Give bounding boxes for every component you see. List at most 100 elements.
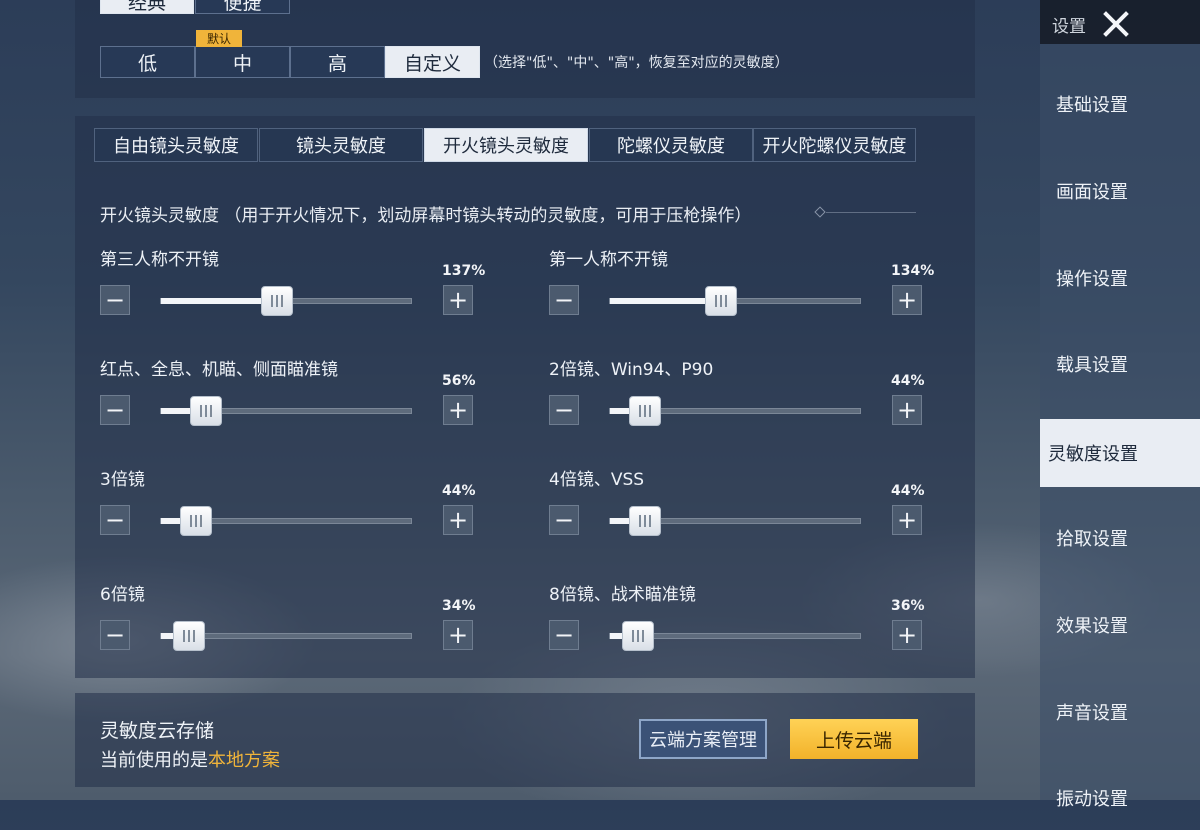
slider-track[interactable] <box>609 286 861 316</box>
slider-track[interactable] <box>160 621 412 651</box>
minus-icon: − <box>553 621 575 649</box>
sidebar-item-effects[interactable]: 效果设置 <box>1040 593 1200 657</box>
plus-icon: + <box>896 396 918 424</box>
slider-track[interactable] <box>160 506 412 536</box>
sidebar-item-vehicle[interactable]: 载具设置 <box>1040 332 1200 396</box>
current-plan-value: 本地方案 <box>208 750 280 771</box>
slider-fill <box>161 298 277 304</box>
increase-button[interactable]: + <box>443 505 473 535</box>
slider-label: 2倍镜、Win94、P90 <box>549 360 714 380</box>
slider-thumb[interactable] <box>190 396 222 426</box>
tab-convenient[interactable]: 便捷 <box>195 0 290 14</box>
grip-line <box>210 405 212 417</box>
upload-cloud-button[interactable]: 上传云端 <box>790 719 918 759</box>
slider-track[interactable] <box>609 396 861 426</box>
slider-label: 4倍镜、VSS <box>549 470 645 490</box>
grip-line <box>715 295 717 307</box>
preset-high-button[interactable]: 高 <box>290 46 385 78</box>
minus-icon: − <box>104 506 126 534</box>
plus-icon: + <box>447 396 469 424</box>
sidebar-item-vibration[interactable]: 振动设置 <box>1040 766 1200 830</box>
sidebar-item-pickup[interactable]: 拾取设置 <box>1040 506 1200 570</box>
slider-track[interactable] <box>160 286 412 316</box>
slider-thumb[interactable] <box>622 621 654 651</box>
increase-button[interactable]: + <box>892 285 922 315</box>
preset-medium-button[interactable]: 中 <box>195 46 290 78</box>
plus-icon: + <box>896 286 918 314</box>
sidebar-item-sound[interactable]: 声音设置 <box>1040 680 1200 744</box>
sidebar-item-basic[interactable]: 基础设置 <box>1040 72 1200 136</box>
section-description: 开火镜头灵敏度 （用于开火情况下，划动屏幕时镜头转动的灵敏度，可用于压枪操作） <box>100 206 752 226</box>
slider-value: 44% <box>891 373 925 389</box>
slider-value: 134% <box>891 263 935 279</box>
cloud-title: 灵敏度云存储 <box>100 720 215 742</box>
minus-icon: − <box>553 286 575 314</box>
grip-line <box>649 405 651 417</box>
default-badge: 默认 <box>196 30 242 47</box>
plus-icon: + <box>447 286 469 314</box>
decrease-button[interactable]: − <box>100 620 130 650</box>
tab-free-camera[interactable]: 自由镜头灵敏度 <box>94 128 258 162</box>
slider-label: 3倍镜 <box>100 470 145 490</box>
decrease-button[interactable]: − <box>100 505 130 535</box>
slider-label: 第三人称不开镜 <box>100 250 219 270</box>
slider-track[interactable] <box>160 396 412 426</box>
grip-line <box>276 295 278 307</box>
slider-thumb[interactable] <box>173 621 205 651</box>
grip-line <box>644 515 646 527</box>
tab-camera[interactable]: 镜头灵敏度 <box>259 128 423 162</box>
slider-thumb[interactable] <box>261 286 293 316</box>
slider-track[interactable] <box>609 621 861 651</box>
tab-gyroscope[interactable]: 陀螺仪灵敏度 <box>589 128 753 162</box>
decrease-button[interactable]: − <box>100 285 130 315</box>
grip-line <box>200 405 202 417</box>
tab-classic[interactable]: 经典 <box>100 0 194 14</box>
grip-line <box>281 295 283 307</box>
decrease-button[interactable]: − <box>100 395 130 425</box>
increase-button[interactable]: + <box>892 620 922 650</box>
preset-hint: （选择"低"、"中"、"高"，恢复至对应的灵敏度） <box>484 55 789 71</box>
decrease-button[interactable]: − <box>549 285 579 315</box>
slider-thumb[interactable] <box>705 286 737 316</box>
grip-line <box>639 405 641 417</box>
grip-line <box>188 630 190 642</box>
close-icon <box>1103 11 1129 37</box>
increase-button[interactable]: + <box>892 505 922 535</box>
decrease-button[interactable]: − <box>549 620 579 650</box>
slider-thumb[interactable] <box>629 506 661 536</box>
grip-line <box>271 295 273 307</box>
slider-track[interactable] <box>609 506 861 536</box>
slider-thumb[interactable] <box>180 506 212 536</box>
grip-line <box>720 295 722 307</box>
increase-button[interactable]: + <box>443 620 473 650</box>
increase-button[interactable]: + <box>443 285 473 315</box>
sidebar-item-graphics[interactable]: 画面设置 <box>1040 159 1200 223</box>
plus-icon: + <box>447 621 469 649</box>
slider-label: 8倍镜、战术瞄准镜 <box>549 585 696 605</box>
slider-value: 56% <box>442 373 476 389</box>
plus-icon: + <box>896 506 918 534</box>
tab-fire-gyroscope[interactable]: 开火陀螺仪灵敏度 <box>753 128 916 162</box>
grip-line <box>644 405 646 417</box>
sidebar-item-controls[interactable]: 操作设置 <box>1040 246 1200 310</box>
slider-thumb[interactable] <box>629 396 661 426</box>
increase-button[interactable]: + <box>892 395 922 425</box>
cloud-manage-button[interactable]: 云端方案管理 <box>639 719 767 759</box>
plus-icon: + <box>447 506 469 534</box>
grip-line <box>639 515 641 527</box>
slider-label: 6倍镜 <box>100 585 145 605</box>
preset-low-button[interactable]: 低 <box>100 46 195 78</box>
grip-line <box>195 515 197 527</box>
tab-fire-camera[interactable]: 开火镜头灵敏度 <box>424 128 588 162</box>
preset-custom-button[interactable]: 自定义 <box>385 46 480 78</box>
minus-icon: − <box>104 396 126 424</box>
decrease-button[interactable]: − <box>549 395 579 425</box>
grip-line <box>205 405 207 417</box>
grip-line <box>642 630 644 642</box>
increase-button[interactable]: + <box>443 395 473 425</box>
sidebar-item-sensitivity[interactable]: 灵敏度设置 <box>1040 419 1200 487</box>
grip-line <box>200 515 202 527</box>
decrease-button[interactable]: − <box>549 505 579 535</box>
close-button[interactable] <box>1096 4 1136 44</box>
minus-icon: − <box>104 286 126 314</box>
